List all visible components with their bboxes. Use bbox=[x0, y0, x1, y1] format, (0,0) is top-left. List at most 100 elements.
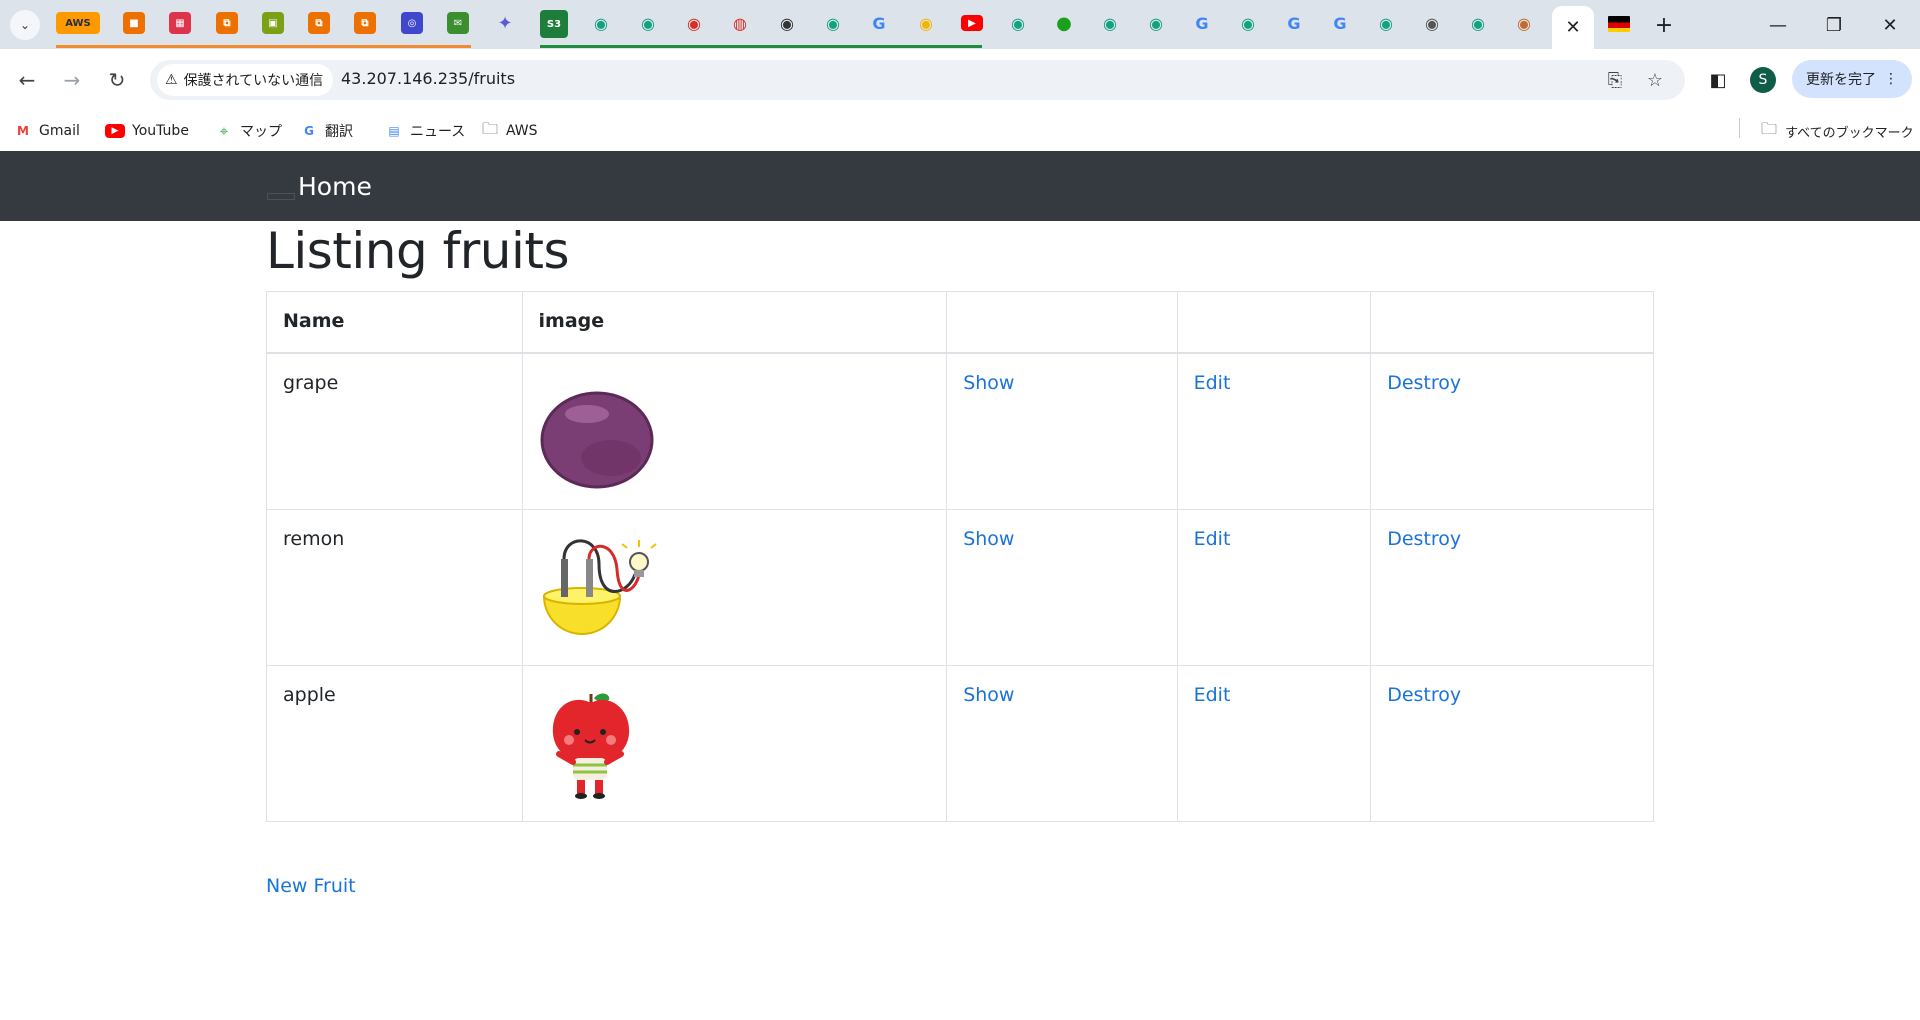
bookmark-label: ニュース bbox=[410, 124, 466, 140]
tab-aws-service-3[interactable]: ▣ bbox=[262, 12, 284, 34]
tab-google[interactable]: G bbox=[868, 12, 890, 34]
tab-site[interactable]: ◉ bbox=[1513, 12, 1535, 34]
fruit-name: remon bbox=[266, 509, 523, 666]
tab-google[interactable]: G bbox=[1283, 12, 1305, 34]
google-icon: G bbox=[1333, 13, 1347, 33]
tab-site[interactable]: ◉ bbox=[915, 12, 937, 34]
side-panel-icon[interactable]: ◧ bbox=[1704, 66, 1732, 94]
tab-youtube[interactable]: ▶ bbox=[961, 15, 983, 31]
destroy-link[interactable]: Destroy bbox=[1387, 684, 1461, 706]
aws-service-icon: ◎ bbox=[407, 17, 417, 29]
edit-link[interactable]: Edit bbox=[1194, 372, 1231, 394]
destroy-link[interactable]: Destroy bbox=[1387, 528, 1461, 550]
minimize-button[interactable]: — bbox=[1758, 10, 1798, 40]
security-indicator[interactable]: ⚠ 保護されていない通信 bbox=[157, 64, 334, 96]
edit-link[interactable]: Edit bbox=[1194, 684, 1231, 706]
star-icon[interactable]: ☆ bbox=[1641, 66, 1669, 94]
close-icon[interactable]: ✕ bbox=[1565, 17, 1580, 38]
destroy-cell: Destroy bbox=[1370, 665, 1654, 822]
new-tab-button[interactable]: + bbox=[1649, 10, 1679, 40]
page-title: Listing fruits bbox=[266, 222, 570, 280]
chatgpt-icon: ◉ bbox=[826, 13, 840, 33]
youtube-icon: ▶ bbox=[968, 17, 976, 29]
tab-chatgpt[interactable]: ◉ bbox=[637, 12, 659, 34]
tab-site[interactable]: ◍ bbox=[729, 12, 751, 34]
back-button[interactable]: ← bbox=[10, 63, 44, 97]
tab-site[interactable]: ◉ bbox=[1421, 12, 1443, 34]
plus-icon: + bbox=[1654, 12, 1674, 38]
navbar-home-link[interactable]: Home bbox=[298, 172, 372, 201]
show-link[interactable]: Show bbox=[963, 528, 1014, 550]
tab-chatgpt[interactable]: ◉ bbox=[1375, 12, 1397, 34]
window-close-button[interactable]: ✕ bbox=[1870, 10, 1910, 40]
edit-link[interactable]: Edit bbox=[1194, 528, 1231, 550]
tab-calendar[interactable]: ▦ bbox=[169, 12, 191, 34]
tab-aws[interactable]: AWS bbox=[56, 12, 100, 34]
tab-s3[interactable]: S3 bbox=[540, 10, 568, 38]
tab-aws-service-5[interactable]: ⧉ bbox=[354, 12, 376, 34]
youtube-icon: ▶ bbox=[105, 124, 125, 138]
tab-site[interactable]: ◉ bbox=[683, 12, 705, 34]
tab-chatgpt[interactable]: ◉ bbox=[1237, 12, 1259, 34]
chatgpt-icon: ◉ bbox=[594, 13, 608, 33]
reload-button[interactable]: ↻ bbox=[100, 63, 134, 97]
tab-google[interactable]: G bbox=[1191, 12, 1213, 34]
tab-aws-service-6[interactable]: ◎ bbox=[401, 12, 423, 34]
bookmark-maps[interactable]: ⌖ マップ bbox=[215, 118, 282, 144]
tab-group-green bbox=[540, 45, 982, 48]
tab-chatgpt[interactable]: ◉ bbox=[822, 12, 844, 34]
fruit-image-cell bbox=[521, 352, 948, 510]
fruits-table: Name image grape Show Edit Destroy remon bbox=[266, 291, 1654, 822]
restore-button[interactable]: ❐ bbox=[1814, 10, 1854, 40]
tab-gemini[interactable]: ✦ bbox=[494, 12, 516, 34]
fruit-name: apple bbox=[266, 665, 523, 822]
gmail-icon: M bbox=[17, 124, 29, 138]
tab-chatgpt[interactable]: ◉ bbox=[1145, 12, 1167, 34]
all-bookmarks[interactable]: 🗀 すべてのブックマーク bbox=[1760, 118, 1914, 144]
tab-site-flag[interactable] bbox=[1608, 16, 1630, 32]
show-link[interactable]: Show bbox=[963, 372, 1014, 394]
bookmark-translate[interactable]: G 翻訳 bbox=[300, 118, 353, 144]
tab-chatgpt[interactable]: ◉ bbox=[1467, 12, 1489, 34]
tab-site[interactable]: ● bbox=[1053, 12, 1075, 34]
lemon-battery-image bbox=[542, 539, 657, 635]
bookmark-news[interactable]: ▤ ニュース bbox=[385, 118, 465, 144]
table-header-row: Name image bbox=[266, 291, 1654, 354]
site-icon: ◉ bbox=[1425, 13, 1439, 33]
tab-aws-service-1[interactable]: ■ bbox=[123, 12, 145, 34]
update-button-label: 更新を完了 bbox=[1806, 72, 1876, 88]
tab-chatgpt[interactable]: ◉ bbox=[1007, 12, 1029, 34]
bookmark-folder-aws[interactable]: 🗀 AWS bbox=[481, 118, 538, 144]
security-label: 保護されていない通信 bbox=[183, 73, 324, 89]
tab-site[interactable]: ◉ bbox=[776, 12, 798, 34]
header-empty bbox=[1176, 291, 1372, 354]
fruit-image-cell bbox=[521, 665, 948, 822]
translate-icon[interactable]: ⎘ bbox=[1601, 66, 1629, 94]
avatar[interactable]: S bbox=[1750, 67, 1776, 93]
show-link[interactable]: Show bbox=[963, 684, 1014, 706]
navbar-toggler[interactable] bbox=[267, 193, 295, 200]
tab-chatgpt[interactable]: ◉ bbox=[1099, 12, 1121, 34]
tab-active[interactable]: ✕ bbox=[1552, 6, 1594, 49]
tab-aws-service-4[interactable]: ⧉ bbox=[308, 12, 330, 34]
bookmark-label: 翻訳 bbox=[325, 124, 353, 140]
url-text[interactable]: 43.207.146.235/fruits bbox=[341, 69, 515, 88]
bookmark-gmail[interactable]: M Gmail bbox=[14, 118, 80, 144]
new-fruit-link[interactable]: New Fruit bbox=[266, 875, 356, 897]
update-button[interactable]: 更新を完了 ⋮ bbox=[1792, 60, 1912, 98]
google-icon: G bbox=[1287, 13, 1301, 33]
destroy-link[interactable]: Destroy bbox=[1387, 372, 1461, 394]
tab-aws-service-2[interactable]: ⧉ bbox=[216, 12, 238, 34]
arrow-right-icon: → bbox=[63, 68, 81, 92]
bookmark-youtube[interactable]: ▶ YouTube bbox=[105, 118, 189, 144]
bookmarks-divider bbox=[1739, 118, 1740, 138]
tab-group-orange bbox=[56, 45, 471, 48]
tab-aws-service-7[interactable]: ✉ bbox=[447, 12, 469, 34]
aws-service-icon: ⧉ bbox=[315, 17, 323, 29]
forward-button[interactable]: → bbox=[55, 63, 89, 97]
cube-icon: ■ bbox=[129, 17, 139, 29]
tab-google[interactable]: G bbox=[1329, 12, 1351, 34]
tab-chatgpt[interactable]: ◉ bbox=[590, 12, 612, 34]
chatgpt-icon: ◉ bbox=[1241, 13, 1255, 33]
tab-search-button[interactable]: ⌄ bbox=[10, 10, 40, 40]
